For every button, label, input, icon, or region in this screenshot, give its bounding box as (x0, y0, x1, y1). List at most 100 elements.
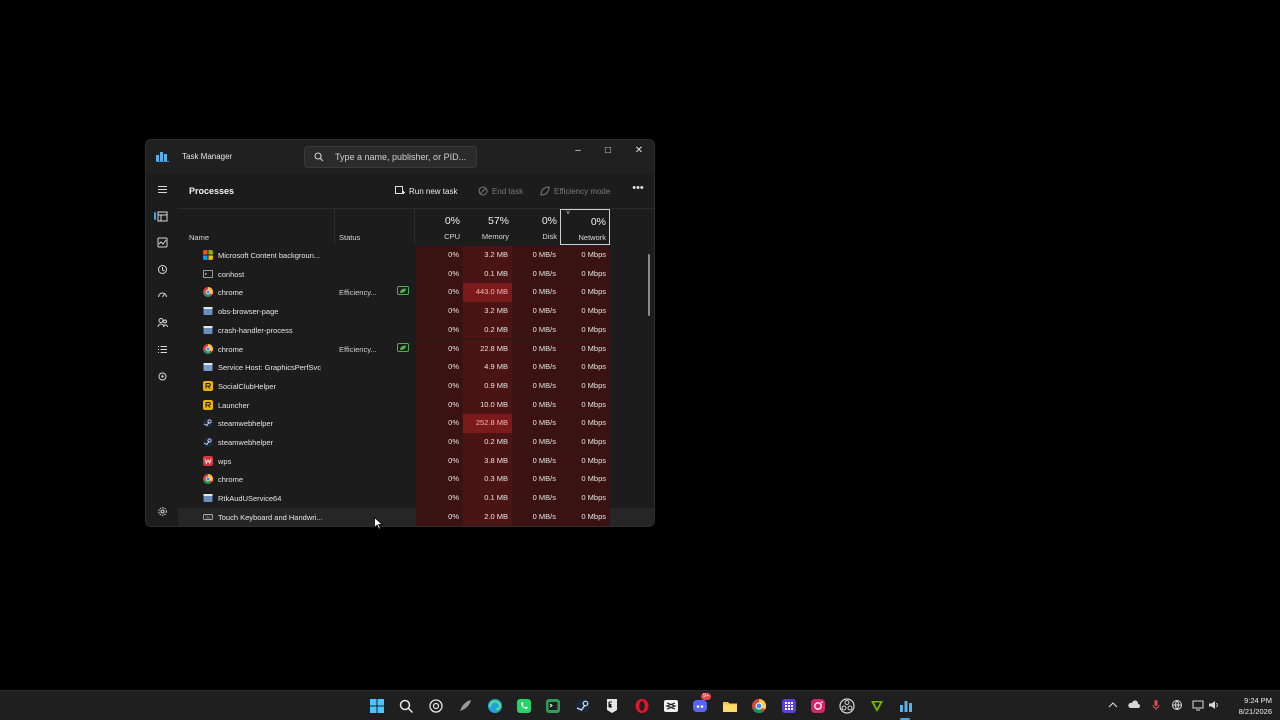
taskbar-opera-button[interactable] (633, 697, 651, 715)
process-status: Efficiency... (339, 288, 377, 298)
nav-item-processes[interactable] (152, 206, 172, 226)
taskbar-capcut-button[interactable] (662, 697, 680, 715)
run-new-task-label: Run new task (409, 186, 458, 196)
display-icon[interactable] (1192, 699, 1204, 711)
taskbar-edge-button[interactable] (486, 697, 504, 715)
process-name: RtkAudUService64 (218, 494, 282, 504)
nav-item-app-history[interactable] (152, 259, 172, 279)
cpu-cell: 0% (416, 451, 463, 471)
column-name[interactable]: Name (189, 233, 209, 242)
microphone-icon[interactable] (1150, 699, 1162, 711)
memory-cell: 2.0 MB (463, 507, 512, 526)
opera-icon (635, 699, 649, 713)
table-row[interactable]: conhost 0% 0.1 MB 0 MB/s 0 Mbps (178, 264, 654, 284)
rockstar-icon (203, 380, 213, 391)
close-icon: ✕ (634, 144, 644, 156)
process-name: Launcher (218, 400, 250, 410)
taskbar-nvidia-button[interactable] (868, 697, 886, 715)
cpu-cell: 0% (416, 358, 463, 377)
search-box[interactable] (304, 146, 477, 168)
performance-icon (157, 237, 167, 247)
column-memory[interactable]: 57% Memory (463, 209, 512, 245)
edge-icon (487, 699, 502, 713)
table-row[interactable]: Launcher 0% 10.0 MB 0 MB/s 0 Mbps (178, 395, 654, 415)
app-icon (203, 494, 213, 503)
taskbar-terminal-button[interactable] (544, 697, 562, 715)
services-icon (158, 372, 166, 380)
cpu-cell: 0% (416, 414, 463, 433)
table-row[interactable]: Service Host: GraphicsPerfSvc 0% 4.9 MB 0 M… (178, 358, 654, 377)
scrollbar-thumb[interactable] (648, 254, 650, 316)
table-row[interactable]: Touch Keyboard and Handwri... 0% 2.0 MB 0 M… (178, 507, 654, 526)
maximize-button[interactable]: □ (593, 140, 623, 160)
taskbar-task-manager-button[interactable] (897, 697, 915, 715)
taskbar-obs-button[interactable] (838, 697, 856, 715)
process-name: steamwebhelper (218, 438, 274, 447)
table-row[interactable]: chrome Efficiency... 0% 22.8 MB 0 MB/s 0 Mbps (178, 339, 654, 359)
search-input[interactable] (335, 149, 470, 165)
table-row[interactable]: RtkAudUService64 0% 0.1 MB 0 MB/s 0 Mbps (178, 489, 654, 508)
minimize-button[interactable]: – (563, 140, 593, 160)
more-options-button[interactable]: ••• (630, 182, 646, 198)
table-row[interactable]: crash-handler-process 0% 0.2 MB 0 MB/s 0 Mbp… (178, 320, 654, 340)
hamburger-menu-button[interactable] (152, 179, 172, 199)
keyboard-icon (203, 513, 213, 520)
taskbar-discord-button[interactable]: 9+ (691, 693, 711, 715)
end-task-button[interactable]: End task (478, 182, 523, 200)
taskbar-chatgpt-button[interactable] (427, 697, 445, 715)
column-network[interactable]: ˅ 0% Network (560, 209, 610, 245)
taskbar-whatsapp-button[interactable] (515, 697, 533, 715)
taskbar-file-explorer-button[interactable] (721, 697, 739, 715)
network-cell: 0 Mbps (560, 470, 610, 490)
run-new-task-button[interactable]: Run new task (395, 182, 457, 200)
volume-icon[interactable] (1208, 699, 1220, 711)
cpu-cell: 0% (416, 264, 463, 284)
table-row[interactable]: obs-browser-page 0% 3.2 MB 0 MB/s 0 Mbps (178, 302, 654, 321)
disk-total: 0% (541, 215, 557, 227)
disk-cell: 0 MB/s (512, 433, 560, 452)
table-row[interactable]: chrome Efficiency... 0% 443.0 MB 0 MB/s 0 Mbp… (178, 283, 654, 303)
nav-item-services[interactable] (152, 366, 172, 386)
taskbar-steam-button[interactable] (574, 697, 592, 715)
cpu-cell: 0% (416, 283, 463, 303)
table-row[interactable]: wps 0% 3.8 MB 0 MB/s 0 Mbps (178, 451, 654, 471)
taskbar-search-button[interactable] (397, 697, 415, 715)
memory-cell: 0.2 MB (463, 320, 512, 340)
taskbar-app-grid-button[interactable] (780, 697, 798, 715)
whatsapp-icon (517, 699, 531, 713)
settings-button[interactable] (152, 501, 172, 521)
nav-item-users[interactable] (152, 312, 172, 332)
table-row[interactable]: chrome 0% 0.3 MB 0 MB/s 0 Mbps (178, 470, 654, 490)
taskbar-windows-start-button[interactable] (368, 697, 386, 715)
disk-cell: 0 MB/s (512, 414, 560, 433)
clock[interactable]: 9:24 PM 8/21/2026 (1226, 695, 1272, 717)
taskbar-instagram-button[interactable] (809, 697, 827, 715)
table-row[interactable]: Microsoft Content backgroun... 0% 3.2 MB 0 … (178, 246, 654, 265)
taskbar-feather-button[interactable] (456, 697, 474, 715)
clock-date: 8/21/2026 (1238, 707, 1272, 716)
column-disk[interactable]: 0% Disk (512, 209, 560, 245)
cpu-label: CPU (444, 232, 460, 241)
chevron-up-icon[interactable] (1107, 699, 1119, 711)
selection-indicator (154, 212, 156, 220)
table-row[interactable]: steamwebhelper 0% 252.8 MB 0 MB/s 0 Mbps (178, 414, 654, 433)
table-row[interactable]: steamwebhelper 0% 0.2 MB 0 MB/s 0 Mbps (178, 433, 654, 452)
network-tray-icon[interactable] (1171, 699, 1183, 711)
taskbar-chrome-button[interactable] (750, 697, 768, 715)
taskbar-epic-games-button[interactable] (603, 697, 621, 715)
network-cell: 0 Mbps (560, 507, 610, 526)
network-cell: 0 Mbps (560, 451, 610, 471)
efficiency-mode-button[interactable]: Efficiency mode (540, 182, 610, 200)
network-label: Network (578, 233, 606, 242)
nav-item-details[interactable] (152, 339, 172, 359)
column-status[interactable]: Status (339, 233, 360, 242)
onedrive-icon[interactable] (1128, 699, 1140, 711)
column-divider (414, 209, 415, 245)
column-cpu[interactable]: 0% CPU (416, 209, 463, 245)
close-button[interactable]: ✕ (624, 140, 654, 160)
cpu-cell: 0% (416, 320, 463, 340)
nav-item-performance[interactable] (152, 232, 172, 252)
nav-item-startup-apps[interactable] (152, 285, 172, 305)
console-icon (203, 269, 213, 278)
table-row[interactable]: SocialClubHelper 0% 0.9 MB 0 MB/s 0 Mbps (178, 376, 654, 396)
